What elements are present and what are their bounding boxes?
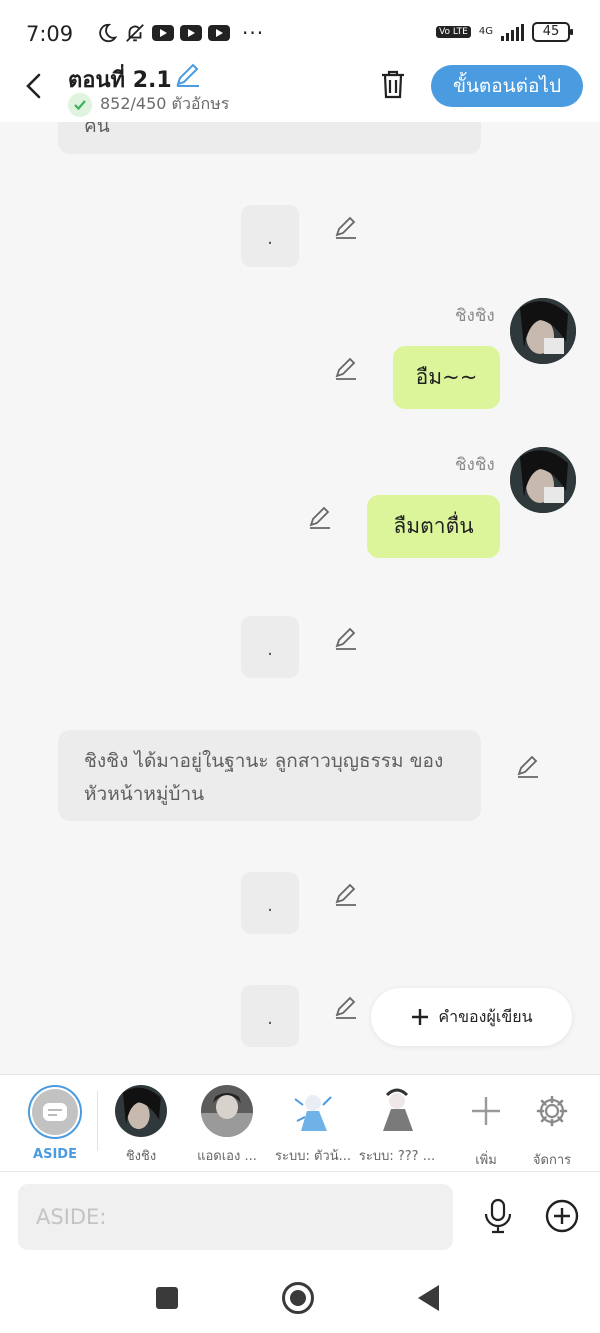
character-admin[interactable]: แอดเอง ... xyxy=(186,1085,268,1166)
trash-icon[interactable] xyxy=(378,68,408,100)
character-system-2[interactable]: ระบบ: ??? ... xyxy=(356,1085,438,1166)
avatar xyxy=(115,1085,167,1137)
dialogue-text: ลืมตาตื่น xyxy=(393,514,474,538)
edit-icon[interactable] xyxy=(307,504,333,530)
more-notifications-icon: ··· xyxy=(242,21,265,45)
edit-icon[interactable] xyxy=(333,625,359,651)
message-input[interactable] xyxy=(18,1184,453,1250)
author-note-button[interactable]: คำของผู้เขียน xyxy=(371,988,572,1046)
check-icon xyxy=(68,92,92,117)
next-step-button[interactable]: ขั้นตอนต่อไป xyxy=(431,65,583,107)
aside-avatar xyxy=(28,1085,82,1139)
narration-text: . xyxy=(267,228,273,249)
volte-icon: Vo LTE xyxy=(436,26,471,38)
signal-icon xyxy=(501,23,524,41)
dialogue-bubble[interactable]: ลืมตาตื่น xyxy=(367,495,500,558)
dialogue-text: อืม~~ xyxy=(415,365,478,389)
edit-icon[interactable] xyxy=(333,355,359,381)
input-bar xyxy=(0,1172,600,1262)
narration-text: คน xyxy=(84,122,110,137)
edit-icon[interactable] xyxy=(333,214,359,240)
plus-icon xyxy=(412,1009,429,1025)
chat-area: คน . ชิงชิง อืม~~ ชิงชิง ลืมตาตื่น . ชิง… xyxy=(0,122,600,1074)
avatar xyxy=(287,1085,339,1137)
status-time: 7:09 xyxy=(26,22,74,46)
avatar[interactable] xyxy=(510,447,576,513)
character-count: 852/450 ตัวอักษร xyxy=(68,92,229,117)
character-label: ชิงชิง xyxy=(125,1149,157,1164)
narration-bubble[interactable]: . xyxy=(241,205,299,267)
edit-icon[interactable] xyxy=(333,994,359,1020)
narration-text: . xyxy=(267,639,273,660)
character-aside[interactable]: ASIDE xyxy=(14,1085,96,1162)
character-label: ASIDE xyxy=(33,1147,77,1162)
divider xyxy=(97,1091,98,1151)
plus-icon xyxy=(472,1097,500,1125)
back-arrow-icon[interactable] xyxy=(22,70,48,102)
avatar[interactable] xyxy=(510,298,576,364)
header: ตอนที่ 2.1 852/450 ตัวอักษร ขั้นตอนต่อไป xyxy=(0,62,600,122)
recents-button[interactable] xyxy=(156,1287,178,1309)
avatar xyxy=(201,1085,253,1137)
speaker-name: ชิงชิง xyxy=(455,306,495,326)
edit-icon[interactable] xyxy=(515,753,541,779)
manage-label: จัดการ xyxy=(532,1153,572,1168)
narration-text: ชิงชิง ได้มาอยู่ในฐานะ ลูกสาวบุญธรรม ของ… xyxy=(84,750,444,805)
microphone-icon[interactable] xyxy=(482,1198,514,1234)
edit-icon[interactable] xyxy=(333,881,359,907)
narration-bubble[interactable]: . xyxy=(241,616,299,678)
character-bar: ASIDE ชิงชิง แอดเอง ... ระบบ: ตัวน้... ร… xyxy=(0,1074,600,1172)
speaker-name: ชิงชิง xyxy=(455,455,495,475)
narration-bubble[interactable]: . xyxy=(241,872,299,934)
dialogue-bubble[interactable]: อืม~~ xyxy=(393,346,500,409)
back-button[interactable] xyxy=(418,1285,439,1311)
narration-text: . xyxy=(267,1008,273,1029)
battery-icon: 45 xyxy=(532,22,573,42)
youtube-icon xyxy=(152,25,174,41)
narration-bubble[interactable]: คน xyxy=(58,122,481,154)
edit-title-icon[interactable] xyxy=(174,62,202,88)
character-count-text: 852/450 ตัวอักษร xyxy=(100,94,230,113)
home-button[interactable] xyxy=(282,1282,314,1314)
author-note-label: คำของผู้เขียน xyxy=(438,1006,533,1026)
status-right: Vo LTE 4G 45 xyxy=(436,22,573,42)
youtube-icon xyxy=(180,25,202,41)
chat-bubble-icon xyxy=(43,1103,67,1121)
moon-icon xyxy=(99,23,118,43)
character-label: แอดเอง ... xyxy=(197,1149,257,1164)
network-type: 4G xyxy=(478,26,493,37)
narration-bubble[interactable]: ชิงชิง ได้มาอยู่ในฐานะ ลูกสาวบุญธรรม ของ… xyxy=(58,730,481,821)
narration-bubble[interactable]: . xyxy=(241,985,299,1047)
manage-button[interactable]: จัดการ xyxy=(512,1085,592,1170)
youtube-icon xyxy=(208,25,230,41)
system-nav-bar xyxy=(0,1262,600,1333)
gear-icon xyxy=(536,1095,568,1127)
status-icons: ··· xyxy=(96,21,264,45)
character-chingching[interactable]: ชิงชิง xyxy=(100,1085,182,1166)
character-label: ระบบ: ตัวน้... xyxy=(274,1149,351,1164)
status-bar: 7:09 ··· Vo LTE 4G 45 xyxy=(0,0,600,62)
bell-off-icon xyxy=(126,24,144,42)
narration-text: . xyxy=(267,895,273,916)
character-label: ระบบ: ??? ... xyxy=(358,1149,436,1164)
add-circle-icon[interactable] xyxy=(545,1199,579,1233)
avatar xyxy=(371,1085,423,1137)
character-system-1[interactable]: ระบบ: ตัวน้... xyxy=(272,1085,354,1166)
